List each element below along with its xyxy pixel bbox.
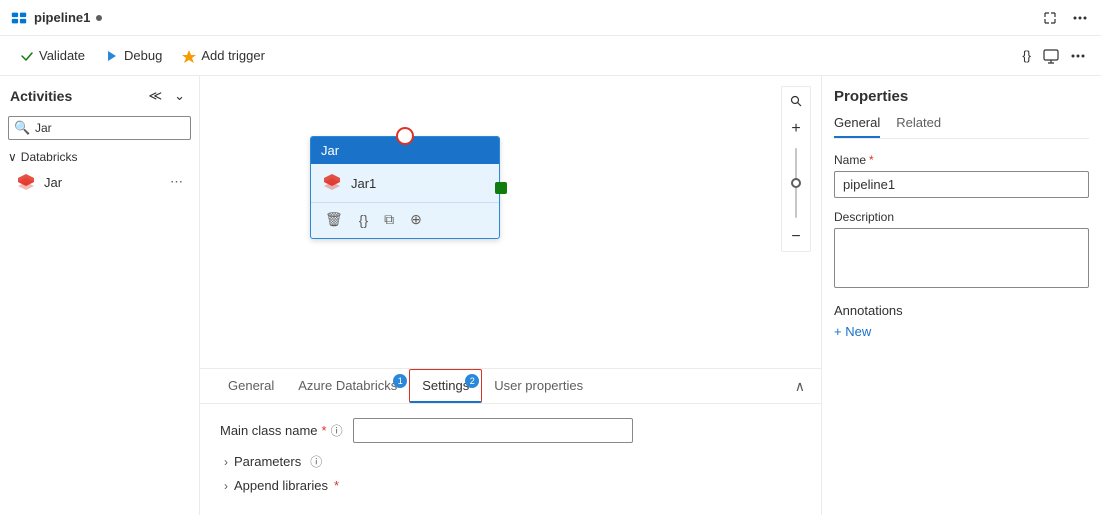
annotations-field: Annotations + New [834,303,1089,339]
parameters-row[interactable]: › Parameters ⓘ [220,453,801,470]
tab-general[interactable]: General [216,370,286,403]
parameters-expand-icon: › [224,455,228,469]
sidebar-header-icons: ≪ ⌄ [144,84,189,108]
right-panel-tabs: General Related [834,115,1089,139]
validate-button[interactable]: Validate [12,44,93,67]
node-copy-button[interactable]: ⧉ [380,207,398,232]
zoom-controls: + − [781,86,811,252]
sidebar-chevron-button[interactable]: ⌄ [170,84,189,108]
monitor-icon [1043,48,1059,64]
settings-badge: 2 [465,374,479,388]
right-panel: Properties General Related Name * Descri… [821,76,1101,515]
right-tab-related[interactable]: Related [896,115,941,138]
bottom-content: Main class name * ⓘ › Parameters ⓘ › App… [200,404,821,515]
main-class-name-label: Main class name * ⓘ [220,422,343,439]
node-body: Jar1 [311,164,499,202]
name-required: * [869,153,874,167]
node-toolbar: 🗑 {} ⧉ ⊕ [311,202,499,238]
sidebar-search-wrap: 🔍 [8,116,191,140]
description-textarea[interactable] [834,228,1089,288]
add-trigger-button[interactable]: Add trigger [174,44,273,67]
description-field: Description [834,210,1089,291]
node-connect-button[interactable]: ⊕ [406,207,426,232]
logo: pipeline1 [10,9,90,27]
jar-activity-node[interactable]: Jar Jar1 🗑 {} ⧉ ⊕ [310,136,500,239]
node-delete-button[interactable]: 🗑 [321,207,347,232]
description-field-label: Description [834,210,1089,224]
name-field-label: Name * [834,153,1089,167]
code-button[interactable]: {} [1018,44,1035,67]
parameters-label: Parameters [234,454,301,469]
bottom-panel: General Azure Databricks 1 Settings 2 Us… [200,368,821,515]
sidebar-header: Activities ≪ ⌄ [0,76,199,112]
sidebar-item-list: Jar ⋯ [8,168,191,196]
search-input[interactable] [8,116,191,140]
append-libraries-row[interactable]: › Append libraries * [220,478,801,493]
sidebar-item-jar[interactable]: Jar ⋯ [8,168,191,196]
trigger-icon [182,49,196,63]
node-code-button[interactable]: {} [355,207,372,232]
more-options-button[interactable] [1069,12,1091,24]
group-label: Databricks [21,150,78,164]
bottom-tabs: General Azure Databricks 1 Settings 2 Us… [200,369,821,404]
sidebar-title: Activities [10,88,72,104]
collapse-panel-button[interactable]: ∧ [795,378,805,395]
toolbar-more-button[interactable] [1067,50,1089,62]
center-panel: Jar Jar1 🗑 {} ⧉ ⊕ [200,76,821,515]
top-bar-actions [1039,7,1091,29]
jar-node-icon [321,172,343,194]
search-container: 🔍 [8,116,191,140]
top-bar: pipeline1 [0,0,1101,36]
databricks-group-header[interactable]: ∨ Databricks [8,148,191,166]
right-tab-general[interactable]: General [834,115,880,138]
toolbar: Validate Debug Add trigger {} [0,36,1101,76]
jar-item-dots[interactable]: ⋯ [170,174,183,190]
append-libraries-required: * [334,478,339,493]
zoom-out-button[interactable]: − [782,223,810,251]
expand-button[interactable] [1039,7,1061,29]
name-field: Name * [834,153,1089,198]
debug-icon [105,49,119,63]
pipeline-tab-name: pipeline1 [34,10,90,25]
tab-azure-databricks[interactable]: Azure Databricks 1 [286,370,409,403]
main-layout: Activities ≪ ⌄ 🔍 ∨ Databricks [0,76,1101,515]
parameters-info-icon[interactable]: ⓘ [310,453,322,470]
unsaved-dot [96,15,102,21]
jar-label: Jar [44,175,62,190]
connection-dot-top [396,127,414,145]
name-input[interactable] [834,171,1089,198]
debug-button[interactable]: Debug [97,44,170,67]
zoom-search-button[interactable] [782,87,810,115]
tab-settings[interactable]: Settings 2 [409,369,482,403]
zoom-slider-wrap [795,143,797,223]
properties-title: Properties [834,88,1089,105]
connection-dot-right [495,182,507,194]
azure-databricks-badge: 1 [393,374,407,388]
monitor-button[interactable] [1039,44,1063,68]
append-libraries-expand-icon: › [224,479,228,493]
databricks-group: ∨ Databricks Jar ⋯ [0,144,199,200]
chevron-icon: ∨ [8,150,17,164]
databricks-icon [16,172,36,192]
main-class-name-row: Main class name * ⓘ [220,418,801,443]
zoom-in-button[interactable]: + [782,115,810,143]
sidebar-collapse-button[interactable]: ≪ [144,84,166,108]
sidebar: Activities ≪ ⌄ 🔍 ∨ Databricks [0,76,200,515]
info-icon[interactable]: ⓘ [331,422,343,439]
tab-user-properties[interactable]: User properties [482,370,595,403]
append-libraries-label: Append libraries [234,478,328,493]
canvas[interactable]: Jar Jar1 🗑 {} ⧉ ⊕ [200,76,821,368]
toolbar-right: {} [1018,44,1089,68]
main-class-name-input[interactable] [353,418,633,443]
add-new-button[interactable]: + New [834,324,871,339]
logo-icon [10,9,28,27]
required-marker: * [322,423,327,438]
node-name: Jar1 [351,176,376,191]
validate-icon [20,49,34,63]
annotations-label: Annotations [834,303,1089,318]
